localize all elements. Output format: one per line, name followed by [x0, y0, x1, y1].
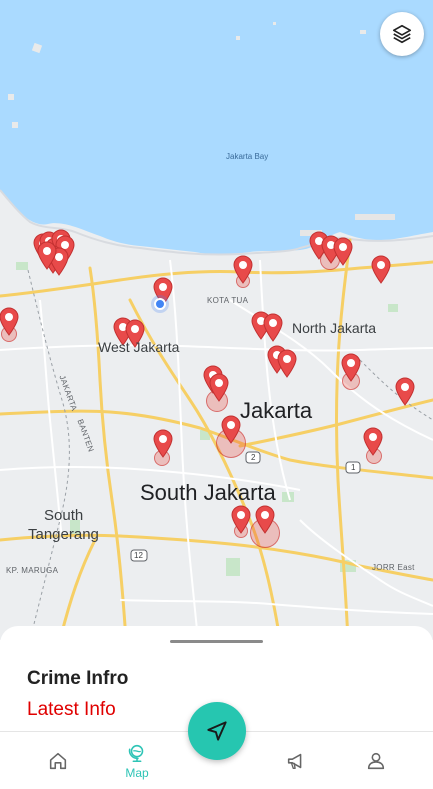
map-label-kp-maruga: KP. MARUGA	[6, 566, 59, 575]
sheet-title: Crime Infro	[27, 668, 129, 689]
layers-icon	[392, 24, 412, 44]
nav-report[interactable]	[266, 732, 326, 789]
map-label-kota-tua: KOTA TUA	[207, 296, 249, 305]
crime-marker-pin[interactable]	[340, 352, 362, 382]
crime-map[interactable]: Jakarta Bay KOTA TUA North Jakarta West …	[0, 0, 433, 640]
latest-info-link[interactable]: Latest Info	[27, 699, 116, 721]
route-shield-1: 1	[351, 463, 356, 472]
map-label-south-tangerang: South	[44, 507, 84, 524]
map-label-jakarta: Jakarta	[240, 398, 313, 423]
crime-marker-pin[interactable]	[220, 414, 242, 444]
map-label-south-tangerang-2: Tangerang	[28, 526, 99, 543]
route-shield-2: 2	[251, 453, 256, 462]
sheet-drag-handle[interactable]	[170, 640, 263, 643]
map-label-jorr-east: JORR East	[372, 563, 415, 572]
crime-marker-pin[interactable]	[362, 426, 384, 456]
nav-map-label: Map	[125, 766, 149, 780]
crime-marker-pin[interactable]	[232, 254, 254, 284]
current-location-dot	[154, 298, 166, 310]
map-label-north-jakarta: North Jakarta	[292, 320, 377, 336]
nav-map[interactable]: Map	[107, 732, 167, 789]
crime-marker-pin[interactable]	[254, 504, 276, 534]
user-icon	[367, 752, 385, 770]
crime-marker-pin[interactable]	[152, 428, 174, 458]
crime-marker-pin[interactable]	[332, 236, 354, 266]
map-label-jakarta-bay: Jakarta Bay	[226, 152, 269, 161]
home-icon	[49, 752, 67, 770]
map-label-south-jakarta: South Jakarta	[140, 480, 276, 505]
map-layers-button[interactable]	[380, 12, 424, 56]
map-label-west-jakarta: West Jakarta	[98, 339, 180, 355]
crime-marker-pin[interactable]	[276, 348, 298, 378]
crime-marker-pin[interactable]	[0, 306, 20, 336]
crime-marker-pin[interactable]	[208, 372, 230, 402]
megaphone-icon	[287, 753, 302, 770]
nav-home[interactable]	[28, 732, 88, 789]
navigation-arrow-icon	[207, 721, 227, 741]
crime-marker-pin[interactable]	[230, 504, 252, 534]
route-shield-12: 12	[134, 551, 143, 560]
nav-profile[interactable]	[346, 732, 406, 789]
crime-marker-pin[interactable]	[262, 312, 284, 342]
crime-marker-pin[interactable]	[370, 254, 392, 284]
navigate-fab-button[interactable]	[188, 702, 246, 760]
crime-marker-pin[interactable]	[394, 376, 416, 406]
crime-marker-pin[interactable]	[36, 240, 58, 270]
globe-icon	[128, 744, 144, 763]
